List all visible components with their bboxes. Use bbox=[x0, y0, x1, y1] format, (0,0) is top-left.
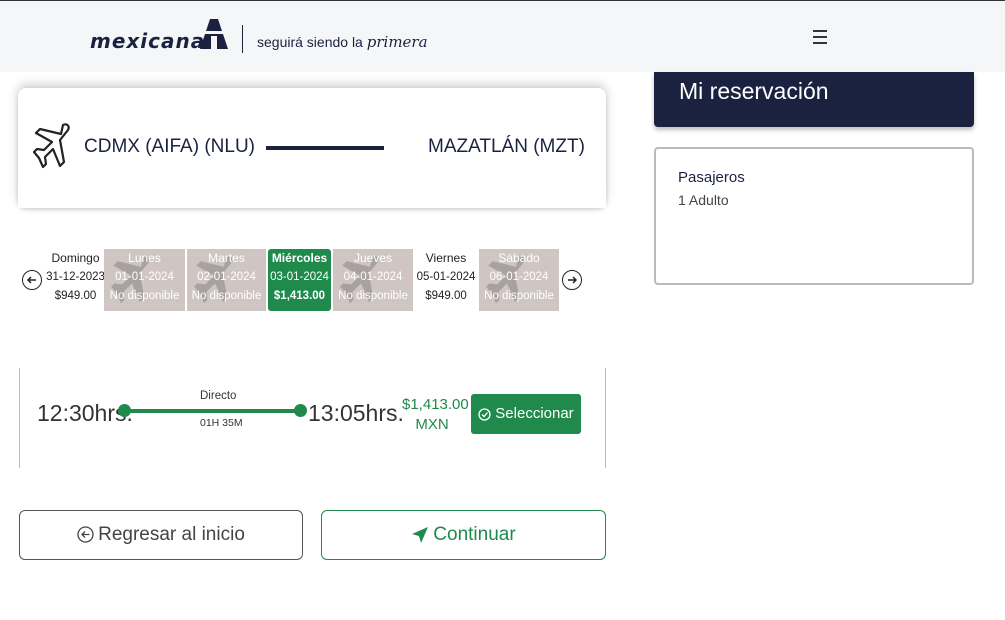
day-name: Sábado bbox=[498, 251, 540, 265]
destination-airport: MAZATLÁN (MZT) bbox=[428, 136, 585, 157]
tagline-prefix: seguirá siendo la bbox=[257, 34, 363, 50]
next-date-button[interactable] bbox=[562, 270, 582, 290]
day-name: Lunes bbox=[128, 251, 161, 265]
day-price: $949.00 bbox=[425, 290, 467, 302]
day-price: No disponible bbox=[484, 290, 554, 302]
route-line bbox=[266, 146, 384, 150]
day-price: No disponible bbox=[191, 290, 262, 302]
reservation-header: Mi reservación bbox=[654, 72, 974, 127]
hamburger-menu-icon[interactable] bbox=[813, 30, 827, 44]
day-date: 01-01-2024 bbox=[115, 271, 174, 283]
arrival-dot bbox=[294, 404, 307, 417]
brand-logo-text[interactable]: mexicana bbox=[90, 29, 205, 53]
day-date: 04-01-2024 bbox=[343, 271, 403, 283]
flight-duration: 01H 35M bbox=[200, 417, 243, 429]
day-date: 03-01-2024 bbox=[270, 271, 329, 283]
route-card: CDMX (AIFA) (NLU) MAZATLÁN (MZT) bbox=[18, 88, 606, 208]
date-option-monday[interactable]: Lunes 01-01-2024 No disponible bbox=[104, 249, 185, 311]
passengers-value: 1 Adulto bbox=[678, 192, 729, 208]
date-option-friday[interactable]: Viernes 05-01-2024 $949.00 bbox=[413, 249, 479, 311]
back-to-start-button[interactable]: Regresar al inicio bbox=[19, 510, 303, 560]
passengers-card: Pasajeros 1 Adulto bbox=[654, 147, 974, 285]
day-date: 05-01-2024 bbox=[416, 271, 476, 283]
day-price: $1,413.00 bbox=[273, 290, 326, 302]
flight-option-row: 12:30hrs. Directo 01H 35M 13:05hrs. $1,4… bbox=[19, 368, 606, 468]
date-option-thursday[interactable]: Jueves 04-01-2024 No disponible bbox=[333, 249, 413, 311]
day-name: Miércoles bbox=[271, 251, 328, 265]
select-label: Seleccionar bbox=[495, 405, 574, 422]
day-name: Martes bbox=[208, 251, 245, 265]
reservation-title: Mi reservación bbox=[679, 78, 829, 104]
arrow-left-circle-icon bbox=[77, 526, 94, 544]
card-fade bbox=[18, 180, 606, 208]
arrow-right-circle-icon bbox=[568, 276, 578, 284]
price-amount: $1,413.00 bbox=[402, 396, 469, 413]
date-option-tuesday[interactable]: Martes 02-01-2024 No disponible bbox=[187, 249, 266, 311]
day-price: No disponible bbox=[338, 290, 408, 302]
continue-label: Continuar bbox=[433, 524, 516, 545]
brand-logo-icon bbox=[200, 19, 228, 49]
day-name: Viernes bbox=[425, 251, 467, 265]
date-option-wednesday[interactable]: Miércoles 03-01-2024 $1,413.00 bbox=[268, 249, 331, 311]
logo-divider bbox=[242, 25, 243, 53]
tagline-script: primera bbox=[366, 33, 428, 51]
flight-price: $1,413.00 MXN bbox=[402, 395, 469, 435]
day-price: No disponible bbox=[109, 290, 180, 302]
passengers-label: Pasajeros bbox=[678, 169, 745, 186]
plane-icon bbox=[33, 123, 70, 169]
send-icon bbox=[412, 526, 429, 543]
arrival-time: 13:05hrs. bbox=[308, 400, 404, 426]
day-date: 02-01-2024 bbox=[197, 271, 256, 283]
flight-type: Directo bbox=[200, 390, 237, 402]
select-flight-button[interactable]: Seleccionar bbox=[471, 394, 581, 434]
day-name: Jueves bbox=[353, 251, 393, 265]
top-navbar: mexicana seguirá siendo la primera bbox=[0, 0, 1005, 72]
origin-airport: CDMX (AIFA) (NLU) bbox=[84, 136, 255, 157]
back-label: Regresar al inicio bbox=[98, 524, 245, 545]
check-circle-icon bbox=[478, 407, 491, 421]
continue-button[interactable]: Continuar bbox=[321, 510, 606, 560]
price-currency: MXN bbox=[415, 416, 449, 433]
brand-tagline: seguirá siendo la primera bbox=[257, 33, 428, 51]
date-option-saturday[interactable]: Sábado 06-01-2024 No disponible bbox=[479, 249, 559, 311]
day-date: 06-01-2024 bbox=[489, 271, 549, 283]
flight-line bbox=[124, 409, 302, 413]
